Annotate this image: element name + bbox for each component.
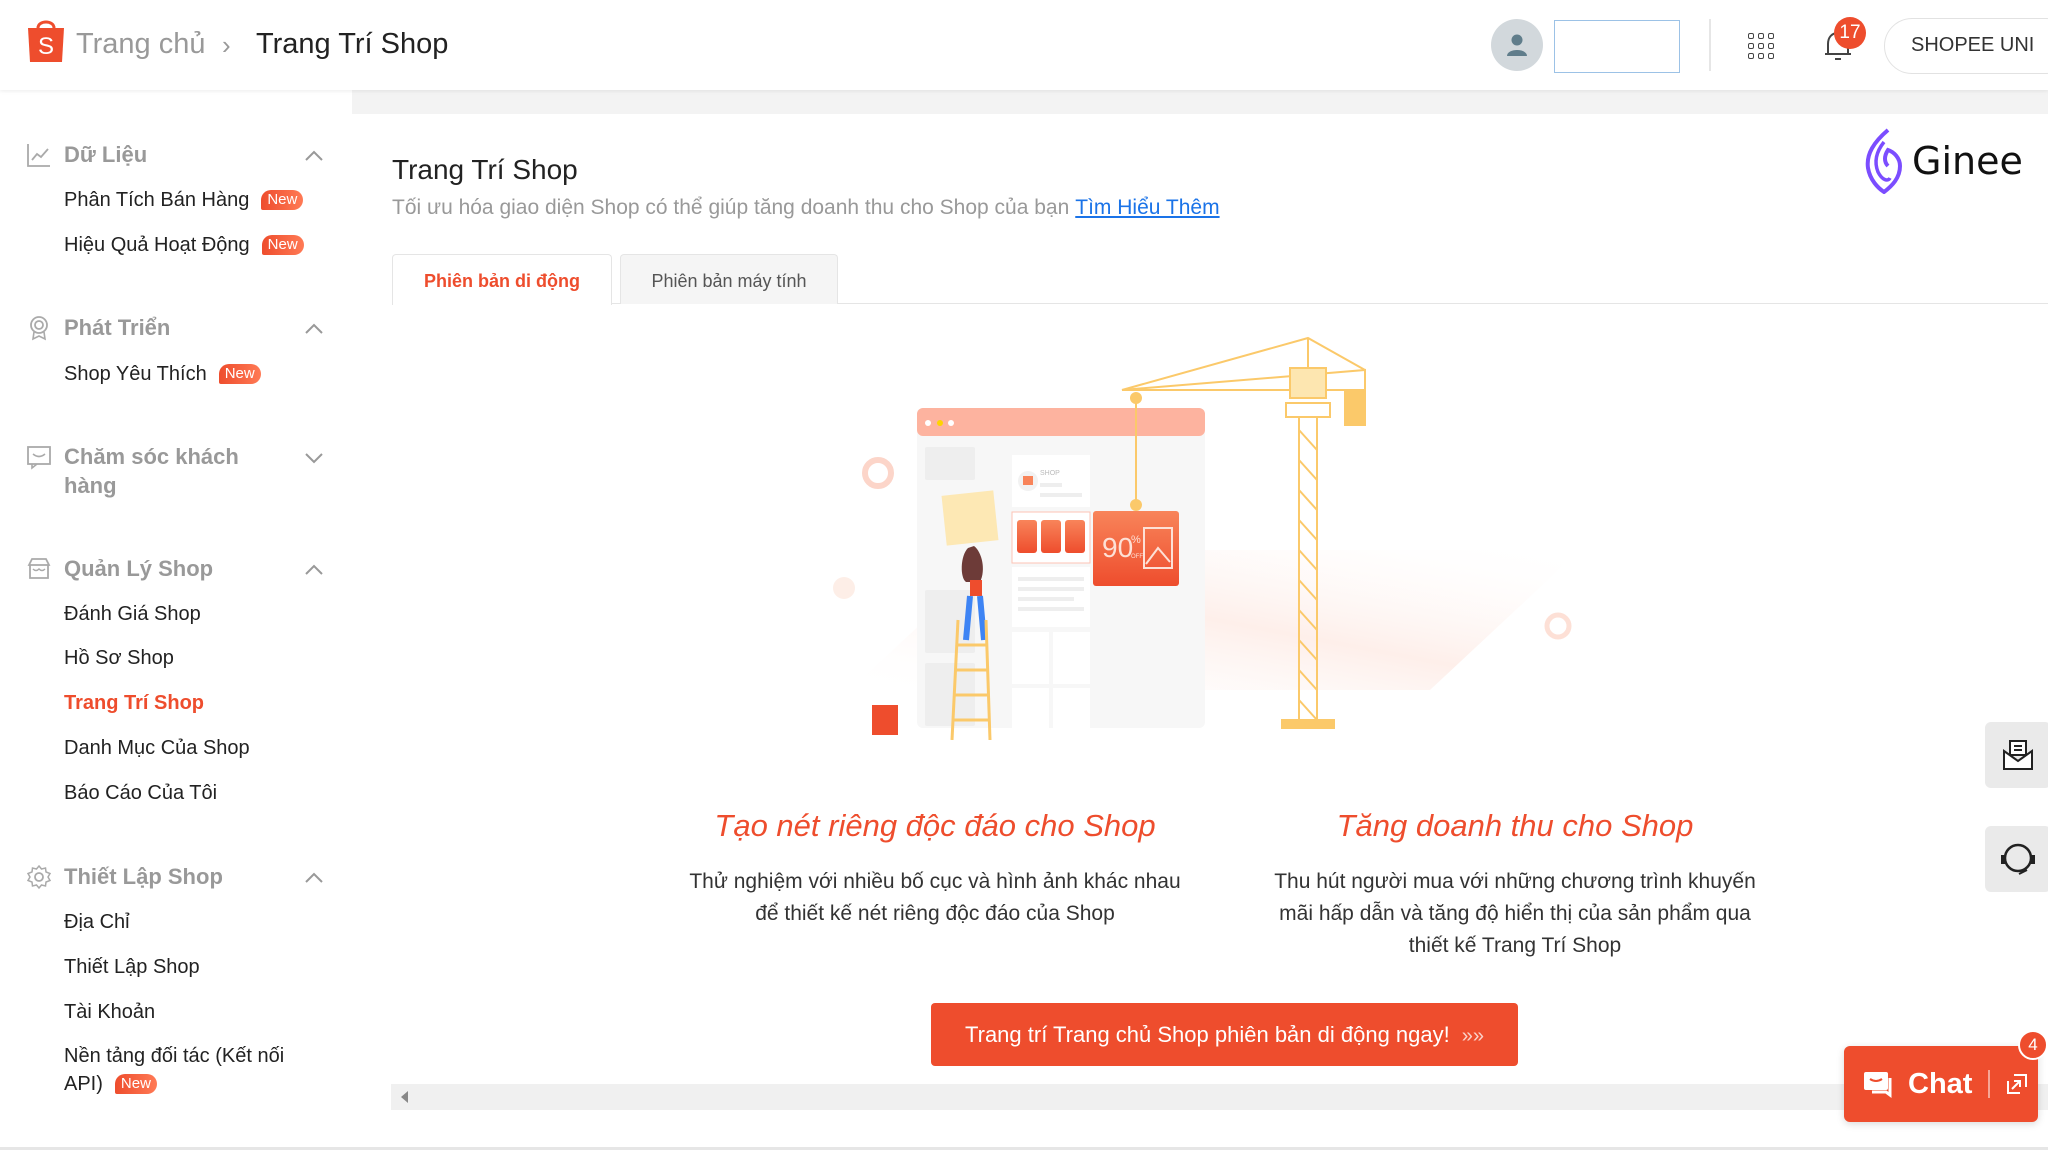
feature-title-revenue: Tăng doanh thu cho Shop	[1336, 808, 1694, 843]
chevron-up-icon[interactable]	[304, 150, 324, 162]
message-inbox-button[interactable]	[1985, 722, 2048, 788]
sidebar-item-thiet-lap-shop[interactable]: Thiết Lập Shop	[64, 953, 200, 981]
feature-title-unique: Tạo nét riêng độc đáo cho Shop	[714, 808, 1156, 843]
ginee-logo-text: Ginee	[1912, 139, 2023, 183]
svg-text:%: %	[1131, 534, 1141, 546]
chevron-up-icon[interactable]	[304, 872, 324, 884]
sidebar-item-bao-cao-cua-toi[interactable]: Báo Cáo Của Tôi	[64, 779, 217, 807]
sidebar-section-phat-trien[interactable]: Phát Triển	[26, 313, 284, 342]
new-badge: New	[218, 364, 261, 384]
tab-desktop-version[interactable]: Phiên bản máy tính	[620, 254, 838, 304]
chart-line-icon	[27, 144, 50, 167]
sidebar-section-du-lieu[interactable]: Dữ Liệu	[26, 140, 284, 169]
chat-box-icon	[27, 446, 51, 470]
avatar[interactable]	[1491, 19, 1543, 71]
chat-button[interactable]: Chat	[1844, 1046, 2038, 1122]
sidebar-section-title: Chăm sóc khách hàng	[64, 444, 239, 498]
sidebar-section-title: Quản Lý Shop	[64, 556, 214, 581]
learn-more-link[interactable]: Tìm Hiểu Thêm	[1075, 196, 1219, 219]
discount-value: 90	[1102, 532, 1133, 563]
sidebar-item-danh-muc-cua-shop[interactable]: Danh Mục Của Shop	[64, 734, 250, 762]
chat-unread-badge: 4	[2018, 1030, 2048, 1060]
page-description: Tối ưu hóa giao diện Shop có thể giúp tă…	[392, 196, 1220, 219]
svg-text:OFF: OFF	[1131, 554, 1143, 560]
sidebar-section-thiet-lap-shop[interactable]: Thiết Lập Shop	[26, 862, 284, 891]
sidebar-item-dia-chi[interactable]: Địa Chỉ	[64, 908, 130, 936]
horizontal-scrollbar[interactable]	[391, 1084, 2048, 1110]
sidebar-item-phan-tich-ban-hang[interactable]: Phân Tích Bán Hàng New	[64, 186, 304, 214]
sidebar-section-title: Phát Triển	[64, 315, 171, 340]
notification-badge: 17	[1834, 17, 1866, 49]
decor-dot	[833, 577, 855, 599]
shopee-uni-button[interactable]: SHOPEE UNI	[1884, 18, 2048, 74]
breadcrumb-current: Trang Trí Shop	[256, 28, 449, 60]
sidebar-section-quan-ly-shop[interactable]: Quản Lý Shop	[26, 554, 284, 583]
decor-ring	[1544, 612, 1572, 640]
sidebar-section-title: Dữ Liệu	[64, 142, 148, 167]
feature-desc-revenue: Thu hút người mua với những chương trình…	[1274, 870, 1756, 957]
scroll-left-arrow-icon[interactable]	[401, 1091, 408, 1103]
sidebar-item-danh-gia-shop[interactable]: Đánh Giá Shop	[64, 600, 201, 628]
new-badge: New	[114, 1074, 157, 1094]
sidebar-item-hieu-qua-hoat-dong[interactable]: Hiệu Quả Hoạt Động New	[64, 231, 304, 259]
breadcrumb-home-link[interactable]: Trang chủ	[76, 28, 206, 61]
chat-bubbles-icon	[1864, 1072, 1892, 1098]
store-icon	[27, 558, 51, 579]
chat-divider	[1988, 1070, 1991, 1098]
chevron-up-icon[interactable]	[304, 564, 324, 576]
envelope-open-icon	[2003, 740, 2033, 770]
gear-icon	[26, 864, 52, 890]
expand-window-icon[interactable]	[2006, 1073, 2028, 1095]
sidebar-item-shop-yeu-thich[interactable]: Shop Yêu Thích New	[64, 360, 261, 388]
decor-ring	[862, 457, 894, 489]
shop-decoration-illustration: SHOP 90 % OFF	[833, 336, 1580, 740]
sidebar-section-cham-soc-khach-hang[interactable]: Chăm sóc khách hàng	[26, 442, 284, 500]
breadcrumb-separator: ›	[222, 30, 231, 60]
user-icon	[1507, 34, 1527, 56]
content-top-strip	[352, 90, 2048, 114]
ginee-flame-icon	[1865, 128, 1903, 194]
ginee-logo: Ginee	[1862, 128, 2023, 194]
customer-support-button[interactable]	[1985, 826, 2048, 892]
shopee-logo-icon[interactable]: S	[26, 16, 66, 64]
feature-desc-unique: Thử nghiệm với nhiều bố cục và hình ảnh …	[689, 870, 1181, 925]
chevron-down-icon[interactable]	[304, 452, 324, 464]
decorate-mobile-cta-button[interactable]: Trang trí Trang chủ Shop phiên bản di độ…	[931, 1003, 1518, 1066]
user-name-box[interactable]	[1554, 20, 1680, 73]
apps-grid-icon[interactable]	[1748, 33, 1774, 59]
double-chevron-right-icon: »»	[1461, 1025, 1484, 1047]
new-badge: New	[261, 190, 304, 210]
sidebar-item-tai-khoan[interactable]: Tài Khoản	[64, 998, 155, 1026]
svg-text:S: S	[38, 33, 54, 60]
sidebar-item-ho-so-shop[interactable]: Hồ Sơ Shop	[64, 644, 174, 672]
sidebar-item-trang-tri-shop[interactable]: Trang Trí Shop	[64, 689, 204, 717]
top-header: S Trang chủ › Trang Trí Shop 17 SHOPEE U…	[0, 0, 2048, 90]
paint-bucket	[872, 705, 898, 735]
shop-label: SHOP	[1040, 470, 1060, 477]
chat-label: Chat	[1908, 1067, 1973, 1100]
sidebar-item-nen-tang-doi-tac[interactable]: Nền tảng đối tác (Kết nối API) New	[64, 1042, 314, 1098]
sidebar-section-title: Thiết Lập Shop	[64, 864, 223, 889]
sidebar: Dữ Liệu Phân Tích Bán Hàng New Hiệu Quả H…	[0, 90, 352, 1150]
medal-icon	[30, 316, 48, 341]
page-title: Trang Trí Shop	[392, 154, 578, 185]
header-divider	[1709, 19, 1711, 71]
tab-mobile-version[interactable]: Phiên bản di động	[392, 254, 612, 305]
chevron-up-icon[interactable]	[304, 323, 324, 335]
headset-icon	[2001, 843, 2035, 875]
new-badge: New	[261, 235, 304, 255]
